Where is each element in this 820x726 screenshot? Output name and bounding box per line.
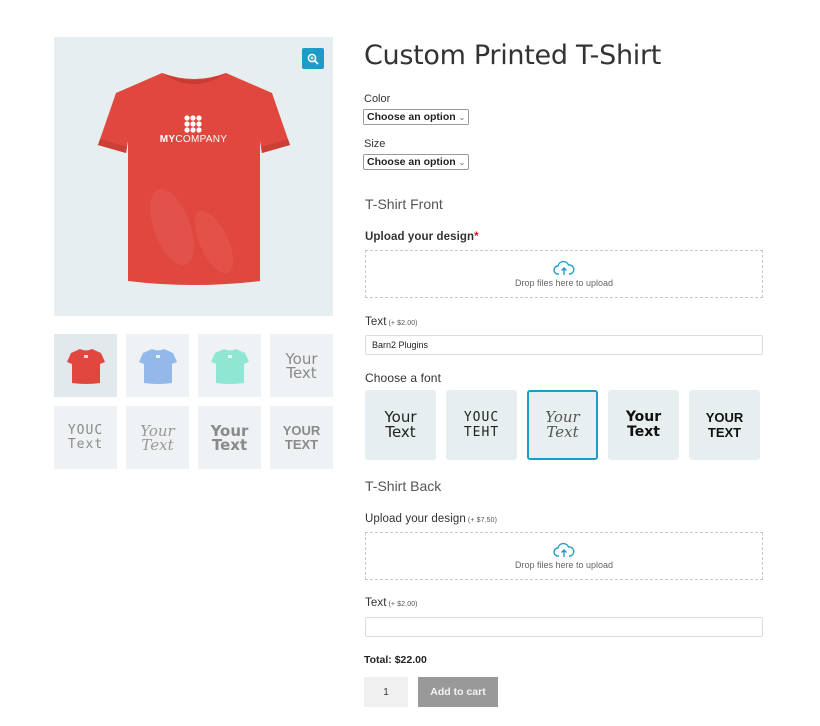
font-picker: Your Text YOUC TEHT Your Text Your Text YOUR… [365, 390, 760, 460]
zoom-button[interactable] [302, 48, 324, 69]
color-label: Color [364, 93, 391, 105]
back-heading: T-Shirt Back [365, 478, 442, 494]
thumbnail-red-shirt[interactable] [54, 334, 117, 397]
add-to-cart-button[interactable]: Add to cart [418, 677, 498, 707]
blue-tshirt-thumb [138, 348, 177, 384]
color-select[interactable]: Choose an option ⌄ [363, 109, 470, 125]
quantity-input[interactable]: 1 [364, 677, 408, 707]
font-label: Choose a font [365, 371, 442, 385]
color-select-value: Choose an option [367, 111, 456, 123]
thumbnail-mint-shirt[interactable] [198, 334, 261, 397]
chevron-down-icon: ⌄ [458, 112, 466, 122]
cloud-upload-icon [553, 260, 575, 275]
product-title: Custom Printed T-Shirt [364, 40, 662, 71]
font-option-heavy[interactable]: Your Text [608, 390, 679, 460]
tshirt-image [98, 73, 290, 285]
font-option-sans[interactable]: Your Text [365, 390, 436, 460]
back-upload-label: Upload your design (+ $7.50) [365, 513, 498, 525]
font-option-techno[interactable]: YOUC TEHT [446, 390, 517, 460]
back-text-label: Text (+ $2.00) [365, 597, 418, 609]
font-option-script[interactable]: Your Text [527, 390, 598, 460]
product-main-image[interactable]: MYCOMPANY [54, 37, 333, 316]
size-select-value: Choose an option [367, 156, 456, 168]
mint-tshirt-thumb [210, 348, 249, 384]
magnifier-plus-icon [307, 53, 319, 65]
dropzone-text: Drop files here to upload [514, 278, 614, 288]
required-marker: * [474, 231, 479, 243]
front-upload-label: Upload your design* [365, 231, 479, 243]
font-option-caps[interactable]: YOUR TEXT [689, 390, 760, 460]
thumbnail-font-heavy[interactable]: Your Text [198, 406, 261, 469]
front-text-label: Text (+ $2.00) [365, 316, 418, 328]
back-dropzone[interactable]: Drop files here to upload [365, 532, 763, 580]
thumbnail-font-techno[interactable]: YOUC Text [54, 406, 117, 469]
red-tshirt-thumb [66, 348, 105, 384]
dropzone-text: Drop files here to upload [514, 560, 614, 570]
front-text-input[interactable]: Barn2 Plugins [365, 335, 763, 355]
front-dropzone[interactable]: Drop files here to upload [365, 250, 763, 298]
thumbnail-font-caps[interactable]: YOUR TEXT [270, 406, 333, 469]
thumbnail-font-script[interactable]: Your Text [126, 406, 189, 469]
price-addon: (+ $2.00) [388, 601, 418, 608]
company-logo-text: MYCOMPANY [159, 134, 228, 145]
thumbnail-font-sans[interactable]: Your Text [270, 334, 333, 397]
price-addon: (+ $2.00) [388, 320, 418, 327]
thumbnail-blue-shirt[interactable] [126, 334, 189, 397]
cloud-upload-icon [553, 542, 575, 557]
price-addon: (+ $7.50) [467, 517, 498, 524]
thumbnail-grid: Your Text YOUC Text Your Text Your Text YOUR… [54, 334, 333, 469]
size-select[interactable]: Choose an option ⌄ [363, 154, 470, 170]
size-label: Size [364, 138, 386, 150]
front-heading: T-Shirt Front [365, 196, 443, 212]
chevron-down-icon: ⌄ [458, 157, 466, 167]
total-price: Total: $22.00 [364, 654, 427, 666]
company-logo-icon [184, 115, 202, 133]
back-text-input[interactable] [365, 617, 763, 637]
